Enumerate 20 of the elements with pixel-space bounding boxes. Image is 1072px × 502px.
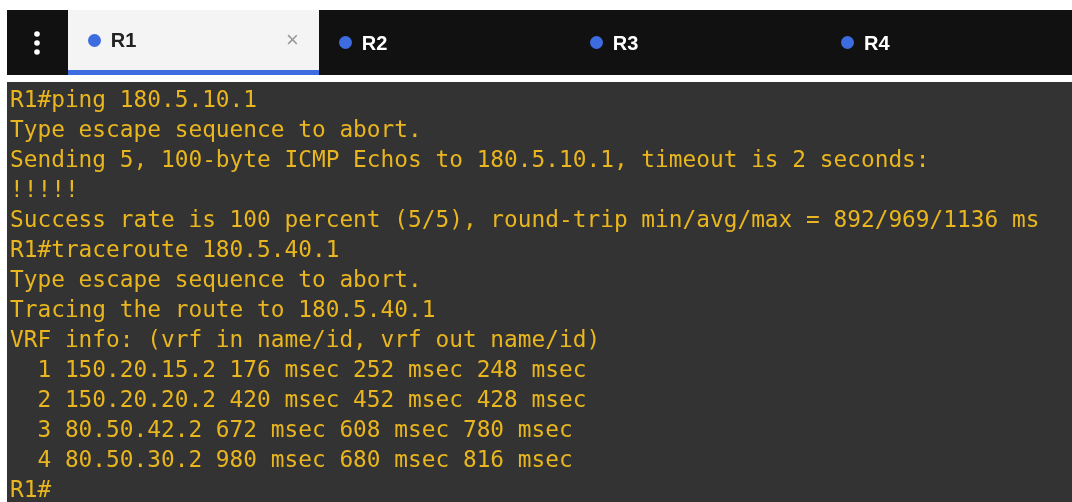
terminal-line: VRF info: (vrf in name/id, vrf out name/id): [10, 325, 601, 354]
terminal-line: R1#: [10, 475, 52, 502]
terminal-line: Type escape sequence to abort.: [10, 115, 422, 144]
tab-label: R3: [612, 30, 640, 56]
terminal-line: R1#ping 180.5.10.1: [10, 85, 258, 114]
terminal-line: !!!!!: [10, 175, 79, 204]
tab[interactable]: R1 ×: [67, 10, 319, 75]
terminal-line: Tracing the route to 180.5.40.1: [10, 295, 436, 324]
tab-label: R2: [361, 30, 389, 56]
terminal-line: 4 80.50.30.2 980 msec 680 msec 816 msec: [36, 445, 573, 474]
tab-label: R1: [110, 28, 138, 53]
terminal-line: 3 80.50.42.2 672 msec 608 msec 780 msec: [36, 415, 573, 444]
menu-icon: [34, 30, 41, 55]
tab-label: R4: [863, 30, 891, 56]
terminal-line: 2 150.20.20.2 420 msec 452 msec 428 msec: [36, 385, 587, 414]
terminal-line: 1 150.20.15.2 176 msec 252 msec 248 msec: [36, 355, 587, 384]
terminal-line: Success rate is 100 percent (5/5), round-trip min/avg/max = 892/969/1136 ms: [10, 205, 1040, 234]
terminal-line: R1#traceroute 180.5.40.1: [10, 235, 340, 264]
terminal-line: Sending 5, 100-byte ICMP Echos to 180.5.10.1, timeout is 2 seconds:: [10, 145, 930, 174]
terminal-line: Type escape sequence to abort.: [10, 265, 422, 294]
